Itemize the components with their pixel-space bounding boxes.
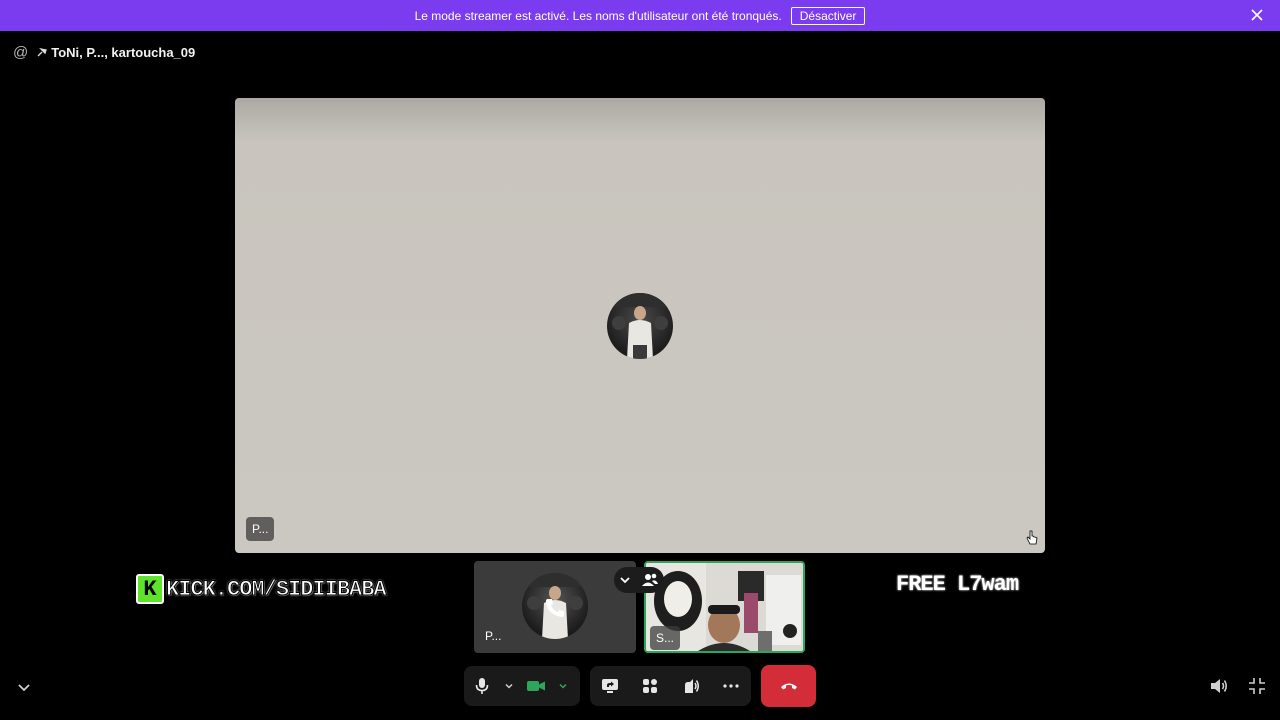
collapse-fullscreen-icon bbox=[1249, 678, 1265, 694]
soundboard-button[interactable] bbox=[673, 666, 709, 706]
microphone-button[interactable] bbox=[464, 666, 500, 706]
audio-video-controls bbox=[464, 666, 580, 706]
hang-up-icon bbox=[780, 683, 797, 690]
streamer-mode-banner: Le mode streamer est activé. Les noms d'… bbox=[0, 0, 1280, 31]
call-title: ToNi, P..., kartoucha_09 bbox=[51, 44, 196, 60]
chevron-down-icon bbox=[620, 577, 630, 584]
participant-name-tag: P... bbox=[479, 624, 508, 648]
microphone-icon bbox=[475, 678, 489, 694]
volume-button[interactable] bbox=[1207, 674, 1231, 698]
more-options-button[interactable] bbox=[713, 666, 749, 706]
participant-name-tag: P... bbox=[246, 517, 275, 541]
hand-cursor-icon bbox=[1026, 530, 1038, 545]
disconnect-button[interactable] bbox=[761, 665, 816, 707]
exit-fullscreen-button[interactable] bbox=[1245, 674, 1269, 698]
at-icon: @ bbox=[13, 43, 29, 61]
main-video-tile[interactable]: P... bbox=[235, 98, 1045, 553]
call-header: @ ToNi, P..., kartoucha_09 bbox=[13, 43, 195, 61]
participant-tile[interactable]: P... bbox=[474, 561, 636, 653]
banner-message: Le mode streamer est activé. Les noms d'… bbox=[414, 8, 782, 23]
disable-streamer-mode-button[interactable]: Désactiver bbox=[790, 6, 866, 25]
activities-button[interactable] bbox=[632, 666, 668, 706]
chevron-down-icon bbox=[18, 684, 30, 692]
more-icon bbox=[723, 684, 739, 688]
speaker-icon bbox=[1211, 679, 1228, 693]
users-icon bbox=[642, 573, 658, 586]
chevron-down-icon bbox=[505, 683, 513, 689]
collapse-button[interactable] bbox=[12, 675, 36, 699]
screen-share-icon bbox=[602, 679, 619, 693]
pin-icon bbox=[37, 47, 48, 57]
avatar bbox=[607, 293, 673, 359]
video-camera-icon bbox=[527, 681, 545, 691]
screen-share-button[interactable] bbox=[592, 666, 628, 706]
phone-icon bbox=[546, 599, 564, 617]
kick-url-text: KICK.COM/SIDIIBABA bbox=[166, 576, 388, 602]
participant-tile-speaking[interactable]: S... bbox=[644, 561, 805, 653]
chevron-down-icon bbox=[559, 683, 567, 689]
kick-logo-icon: K bbox=[136, 574, 164, 604]
participant-name-tag: S... bbox=[650, 626, 681, 650]
soundboard-icon bbox=[684, 679, 699, 693]
activities-icon bbox=[643, 679, 658, 693]
overlay-text: FREE L7wam bbox=[896, 572, 1019, 597]
microphone-options-button[interactable] bbox=[500, 666, 518, 706]
call-actions bbox=[590, 666, 751, 706]
participants-toggle[interactable] bbox=[614, 567, 664, 593]
kick-watermark: K KICK.COM/SIDIIBABA bbox=[136, 573, 388, 605]
camera-button[interactable] bbox=[518, 666, 554, 706]
camera-options-button[interactable] bbox=[554, 666, 572, 706]
close-icon[interactable] bbox=[1250, 8, 1264, 22]
